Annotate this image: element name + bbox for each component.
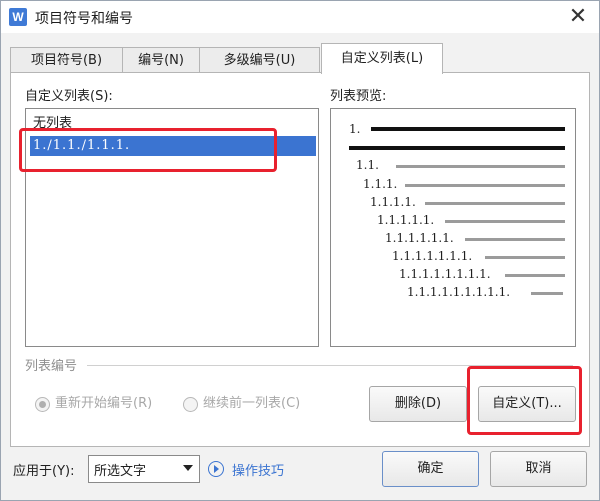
preview-number: 1.1.1.1.1.1.1.1. <box>399 267 491 281</box>
delete-button[interactable]: 删除(D) <box>369 386 467 422</box>
tab-multilevel[interactable]: 多级编号(U) <box>199 47 320 73</box>
preview-number: 1.1.1.1.1.1.1.1.1. <box>407 285 511 299</box>
cancel-button[interactable]: 取消 <box>490 451 587 487</box>
restart-numbering-label: 重新开始编号(R) <box>55 396 153 411</box>
preview-label: 列表预览: <box>330 89 387 104</box>
tab-custom-list[interactable]: 自定义列表(L) <box>321 43 443 74</box>
preview-number: 1.1.1.1.1.1.1. <box>392 249 473 263</box>
tab-panel: 自定义列表(S): 无列表 1./1.1./1.1.1. 列表预览: 1. 1.… <box>10 72 590 447</box>
close-icon[interactable]: ✕ <box>563 3 593 31</box>
preview-line <box>445 220 565 223</box>
preview-number: 1.1.1.1.1. <box>377 213 435 227</box>
preview-level-8: 1.1.1.1.1.1.1.1. <box>399 266 565 282</box>
apply-to-select[interactable]: 所选文字 <box>88 455 200 483</box>
preview-line <box>505 274 565 277</box>
apply-to-label: 应用于(Y): <box>13 464 75 479</box>
preview-line <box>349 146 565 150</box>
title-bar: W 项目符号和编号 ✕ <box>1 1 599 33</box>
preview-level-5: 1.1.1.1.1. <box>377 212 565 228</box>
dialog-window: W 项目符号和编号 ✕ 项目符号(B) 编号(N) 多级编号(U) 自定义列表(… <box>0 0 600 501</box>
tips-link[interactable]: 操作技巧 <box>232 460 284 479</box>
preview-level-1-continued <box>349 140 565 156</box>
dialog-title: 项目符号和编号 <box>35 11 133 27</box>
highlight-box-list <box>19 128 277 172</box>
preview-level-3: 1.1.1. <box>363 176 565 192</box>
preview-level-6: 1.1.1.1.1.1. <box>385 230 565 246</box>
preview-level-7: 1.1.1.1.1.1.1. <box>392 248 565 264</box>
preview-number: 1. <box>349 122 361 136</box>
continue-list-label: 继续前一列表(C) <box>203 396 301 411</box>
preview-number: 1.1.1. <box>363 177 398 191</box>
list-numbering-label: 列表编号 <box>25 359 78 374</box>
preview-line <box>396 165 565 168</box>
preview-level-4: 1.1.1.1. <box>370 194 565 210</box>
preview-line <box>371 127 565 131</box>
list-preview: 1. 1.1. 1.1.1. 1.1.1.1. 1.1.1.1.1. 1.1.1… <box>330 108 576 347</box>
custom-list-label: 自定义列表(S): <box>25 89 113 104</box>
preview-number: 1.1.1.1. <box>370 195 416 209</box>
chevron-down-icon <box>183 465 193 471</box>
preview-number: 1.1. <box>356 158 379 172</box>
preview-level-2: 1.1. <box>356 157 565 173</box>
preview-level-1: 1. <box>349 121 565 137</box>
preview-level-9: 1.1.1.1.1.1.1.1.1. <box>407 284 565 300</box>
radio-unchecked-icon <box>183 397 198 412</box>
highlight-box-customize <box>467 366 582 435</box>
preview-number: 1.1.1.1.1.1. <box>385 231 454 245</box>
tab-numbering[interactable]: 编号(N) <box>122 47 200 73</box>
play-circle-icon[interactable] <box>208 461 224 477</box>
wps-writer-icon: W <box>9 8 27 26</box>
preview-line <box>465 238 565 241</box>
tab-bullets[interactable]: 项目符号(B) <box>10 47 123 73</box>
preview-line <box>485 256 565 259</box>
ok-button[interactable]: 确定 <box>382 451 479 487</box>
apply-to-value: 所选文字 <box>94 464 147 479</box>
preview-line <box>425 202 565 205</box>
preview-line <box>531 292 563 295</box>
radio-checked-icon <box>35 397 50 412</box>
preview-line <box>405 184 565 187</box>
